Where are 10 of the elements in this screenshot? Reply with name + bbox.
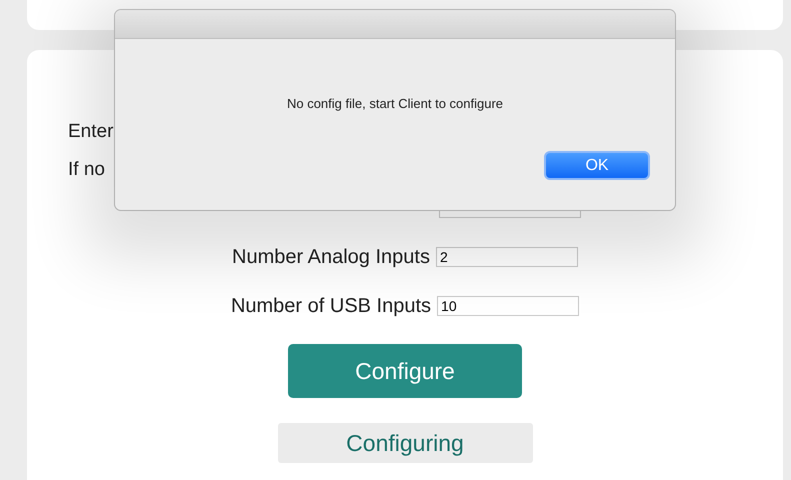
status-button[interactable]: Configuring — [278, 423, 532, 463]
ok-button[interactable]: OK — [544, 151, 650, 180]
field-label: Number of USB Inputs — [230, 294, 432, 318]
input-field[interactable]: 2 — [436, 247, 578, 267]
instruction-text: If no — [68, 158, 105, 182]
configure-button[interactable]: Configure — [288, 344, 522, 398]
dialog-message: No config file, start Client to configure — [286, 96, 504, 112]
instruction-text: Enter — [68, 120, 114, 144]
field-label: Number Analog Inputs — [232, 246, 430, 268]
input-field[interactable]: 10 — [437, 296, 580, 316]
